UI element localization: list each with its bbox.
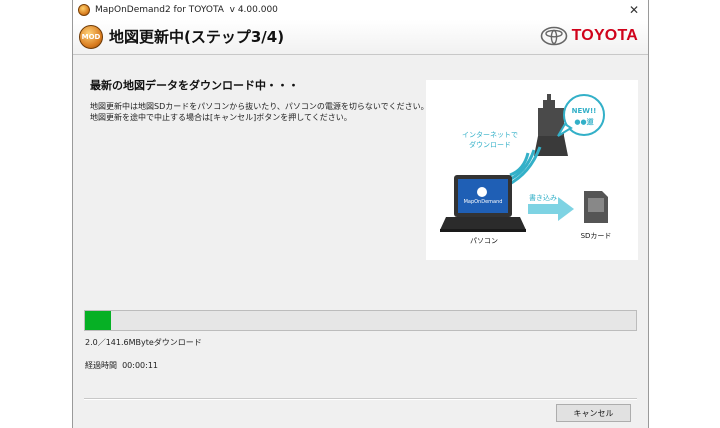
brand-name: TOYOTA — [571, 27, 638, 44]
close-icon[interactable]: ✕ — [626, 2, 642, 18]
page-title: 地図更新中(ステップ3/4) — [109, 28, 285, 46]
status-heading: 最新の地図データをダウンロード中・・・ — [90, 79, 299, 92]
instruction-line-2: 地図更新を途中で中止する場合は[キャンセル]ボタンを押してください。 — [90, 113, 352, 122]
app-icon — [78, 4, 90, 16]
window-title: MapOnDemand2 for TOYOTA v 4.00.000 — [95, 5, 278, 15]
write-label: 書き込み — [529, 194, 557, 202]
header-bar: MOD 地図更新中(ステップ3/4) TOYOTA — [73, 20, 648, 55]
title-bar[interactable]: MapOnDemand2 for TOYOTA v 4.00.000 ✕ — [73, 0, 648, 20]
elapsed-time-text: 経過時間 00:00:11 — [85, 361, 159, 370]
pc-label: パソコン — [470, 237, 498, 245]
new-badge-label: NEW!! — [571, 107, 597, 115]
instruction-line-1: 地図更新中は地図SDカードをパソコンから抜いたり、パソコンの電源を切らないでくだ… — [90, 102, 429, 111]
footer-divider — [84, 398, 637, 400]
toyota-emblem-icon — [540, 26, 567, 46]
cancel-button[interactable]: キャンセル — [556, 404, 631, 422]
app-window: MapOnDemand2 for TOYOTA v 4.00.000 ✕ MOD… — [72, 0, 649, 428]
laptop-screen-text: MapOnDemand — [463, 199, 503, 205]
download-label-2: ダウンロード — [469, 141, 511, 149]
sd-card-label: SDカード — [580, 232, 612, 240]
instructions: 地図更新中は地図SDカードをパソコンから抜いたり、パソコンの電源を切らないでくだ… — [90, 101, 429, 123]
download-size-text: 2.0／141.6MByteダウンロード — [85, 338, 202, 347]
progress-fill — [85, 311, 112, 330]
download-progress-bar — [84, 310, 637, 331]
illustration-panel: NEW!! ●●道 インターネットで ダウンロード 書き込み MapOnDema… — [426, 80, 638, 260]
new-road-label: ●●道 — [574, 118, 594, 126]
main-content: 最新の地図データをダウンロード中・・・ 地図更新中は地図SDカードをパソコンから… — [73, 55, 648, 400]
write-arrow-icon — [528, 204, 558, 214]
mod-logo-icon: MOD — [79, 25, 103, 49]
toyota-brand: TOYOTA — [540, 26, 638, 46]
download-label-1: インターネットで — [462, 131, 518, 139]
